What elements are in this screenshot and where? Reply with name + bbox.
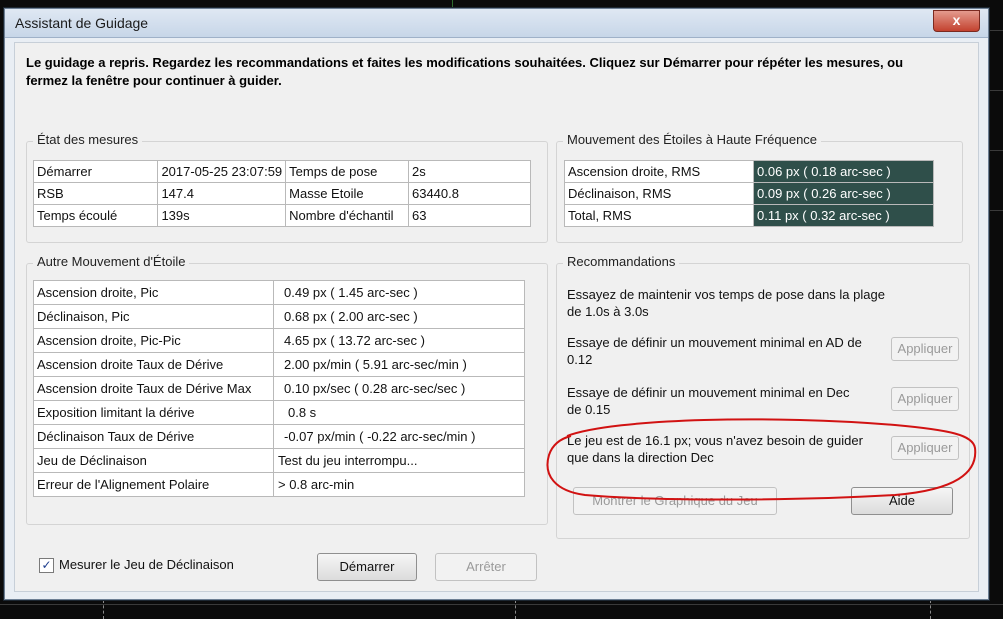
red-annotation-circle <box>546 418 977 501</box>
window-title: Assistant de Guidage <box>15 15 149 31</box>
start-button[interactable]: Démarrer <box>317 553 417 581</box>
guiding-assistant-window: Assistant de Guidage x Le guidage a repr… <box>4 8 989 600</box>
measure-backlash-label: Mesurer le Jeu de Déclinaison <box>59 557 234 572</box>
dialog-client: Le guidage a repris. Regardez les recomm… <box>14 42 979 592</box>
close-button[interactable]: x <box>933 10 980 32</box>
stop-button[interactable]: Arrêter <box>435 553 537 581</box>
title-bar[interactable]: Assistant de Guidage x <box>5 9 988 38</box>
measure-backlash-checkbox[interactable]: ✓ <box>39 558 54 573</box>
